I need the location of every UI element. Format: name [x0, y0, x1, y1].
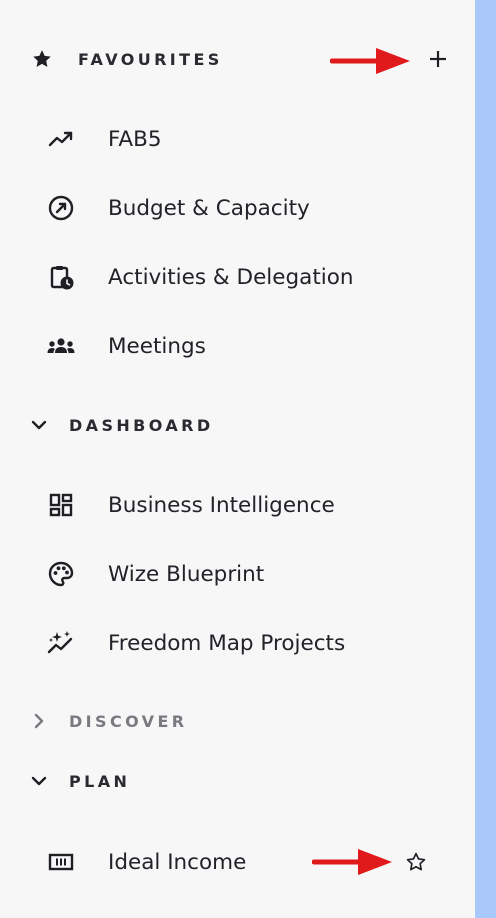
nav-item-label: Activities & Delegation: [108, 264, 354, 290]
star-outline-icon: [406, 852, 426, 871]
chevron-right-icon: [27, 709, 51, 733]
nav-item-activities-delegation[interactable]: Activities & Delegation: [0, 254, 472, 300]
clipboard-clock-icon: [46, 262, 76, 292]
sidebar: FAVOURITES FAB5 Budget & Capacity Activi…: [0, 0, 496, 918]
nav-item-business-intelligence[interactable]: Business Intelligence: [0, 482, 472, 528]
nav-item-budget-capacity[interactable]: Budget & Capacity: [0, 185, 472, 231]
gauge-icon: [46, 193, 76, 223]
palette-icon: [46, 559, 76, 589]
nav-item-label: Freedom Map Projects: [108, 630, 346, 656]
favourites-title: FAVOURITES: [78, 49, 223, 69]
dashboard-title: DASHBOARD: [69, 415, 214, 435]
annotation-arrow-icon: [330, 48, 410, 74]
nav-item-label: Wize Blueprint: [108, 561, 265, 587]
right-panel-edge: [475, 0, 496, 918]
dashboard-grid-icon: [46, 490, 76, 520]
nav-item-label: Budget & Capacity: [108, 195, 310, 221]
plan-title: PLAN: [69, 771, 131, 791]
annotation-arrow-icon: [312, 849, 392, 875]
dashboard-header[interactable]: DASHBOARD: [0, 407, 472, 443]
discover-title: DISCOVER: [69, 711, 188, 731]
nav-item-meetings[interactable]: Meetings: [0, 323, 472, 369]
plan-header[interactable]: PLAN: [0, 763, 472, 799]
discover-header[interactable]: DISCOVER: [0, 703, 472, 739]
nav-item-wize-blueprint[interactable]: Wize Blueprint: [0, 551, 472, 597]
money-icon: [46, 847, 76, 877]
nav-item-label: FAB5: [108, 126, 162, 152]
favourite-toggle-button[interactable]: [402, 848, 430, 876]
add-favourite-button[interactable]: [424, 45, 452, 73]
nav-item-label: Business Intelligence: [108, 492, 335, 518]
nav-item-label: Meetings: [108, 333, 206, 359]
nav-item-freedom-map-projects[interactable]: Freedom Map Projects: [0, 620, 472, 666]
chevron-down-icon: [27, 769, 51, 793]
chevron-down-icon: [27, 413, 51, 437]
trending-up-icon: [46, 124, 76, 154]
plus-icon: [430, 51, 446, 67]
nav-item-label: Ideal Income: [108, 849, 247, 875]
star-icon: [30, 47, 54, 71]
sparkle-chart-icon: [46, 628, 76, 658]
nav-item-fab5[interactable]: FAB5: [0, 116, 472, 162]
group-icon: [46, 331, 76, 361]
